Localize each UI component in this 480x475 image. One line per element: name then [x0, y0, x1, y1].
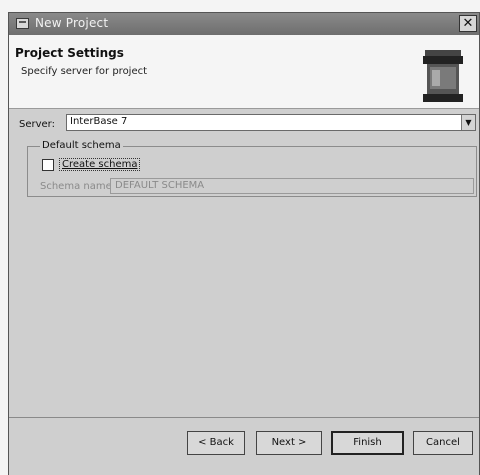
wizard-footer: < Back Next > Finish Cancel: [9, 417, 479, 475]
schema-name-label: Schema name:: [40, 181, 116, 192]
cancel-button[interactable]: Cancel: [413, 431, 473, 455]
finish-button[interactable]: Finish: [331, 431, 404, 455]
page-subtitle: Specify server for project: [21, 66, 148, 77]
default-schema-legend: Default schema: [40, 140, 123, 151]
database-icon: [423, 50, 463, 102]
server-value: InterBase 7: [70, 116, 128, 127]
next-button[interactable]: Next >: [256, 431, 322, 455]
default-schema-group: Default schema Create schema Schema name…: [27, 140, 477, 197]
wizard-body: Server: InterBase 7 ▼ Default schema Cre…: [9, 109, 479, 417]
page-title: Project Settings: [15, 46, 124, 60]
title-bar[interactable]: New Project ✕: [9, 13, 479, 35]
chevron-down-icon[interactable]: ▼: [461, 115, 475, 130]
window-title: New Project: [35, 16, 109, 30]
new-project-dialog: New Project ✕ Project Settings Specify s…: [8, 12, 480, 475]
create-schema-checkbox[interactable]: [42, 159, 54, 171]
close-icon: ✕: [462, 16, 474, 31]
server-dropdown[interactable]: InterBase 7 ▼: [66, 114, 476, 131]
back-button[interactable]: < Back: [187, 431, 245, 455]
schema-name-field: DEFAULT SCHEMA: [110, 178, 474, 194]
server-label: Server:: [19, 119, 55, 130]
wizard-header: Project Settings Specify server for proj…: [9, 35, 479, 109]
close-button[interactable]: ✕: [459, 15, 477, 32]
create-schema-label[interactable]: Create schema: [59, 158, 141, 171]
schema-name-value: DEFAULT SCHEMA: [115, 180, 205, 191]
app-icon: [16, 18, 29, 29]
